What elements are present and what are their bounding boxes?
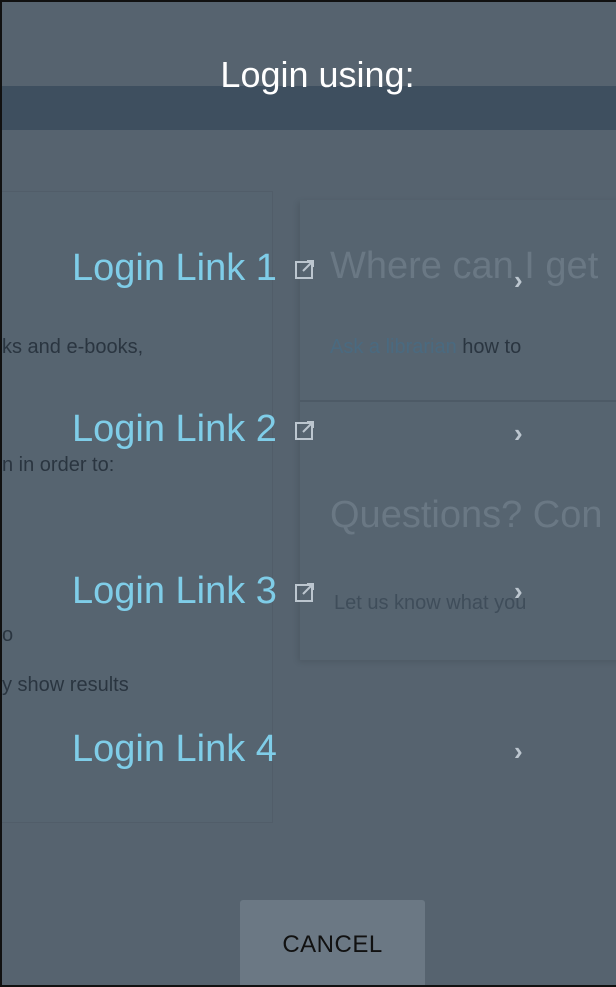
login-modal-frame: ks and e-books, n in order to: o y show … (0, 0, 616, 987)
login-link-label: Login Link 1 (72, 247, 277, 289)
background-text-line: Ask a librarian how to (330, 336, 521, 359)
background-text: Let us know what you (334, 592, 527, 614)
external-link-icon (293, 257, 317, 281)
login-link-label: Login Link 2 (72, 408, 277, 450)
background-heading: Questions? Con (330, 494, 603, 536)
background-divider (300, 400, 616, 402)
background-text: ks and e-books, (2, 336, 144, 358)
background-heading: Where can I get (330, 245, 599, 287)
chevron-right-icon[interactable]: › (514, 738, 523, 764)
modal-title: Login using: (220, 54, 415, 95)
login-link-label: Login Link 4 (72, 728, 277, 770)
login-link-1[interactable]: Login Link 1 (72, 247, 317, 290)
background-text: how to (456, 336, 522, 358)
background-text: n in order to: (2, 454, 115, 476)
login-link-3[interactable]: Login Link 3 (72, 570, 317, 613)
external-link-icon (293, 418, 317, 442)
login-link-2[interactable]: Login Link 2 (72, 408, 317, 451)
background-text: o (2, 624, 14, 646)
background-link: Ask a librarian (330, 336, 457, 358)
login-link-4[interactable]: Login Link 4 (72, 728, 277, 771)
login-link-label: Login Link 3 (72, 570, 277, 612)
chevron-right-icon[interactable]: › (514, 578, 523, 604)
chevron-right-icon[interactable]: › (514, 267, 523, 293)
background-page: ks and e-books, n in order to: o y show … (2, 2, 616, 985)
background-text: y show results (2, 674, 129, 696)
external-link-icon (293, 580, 317, 604)
chevron-right-icon[interactable]: › (514, 420, 523, 446)
cancel-button[interactable]: CANCEL (240, 900, 425, 985)
